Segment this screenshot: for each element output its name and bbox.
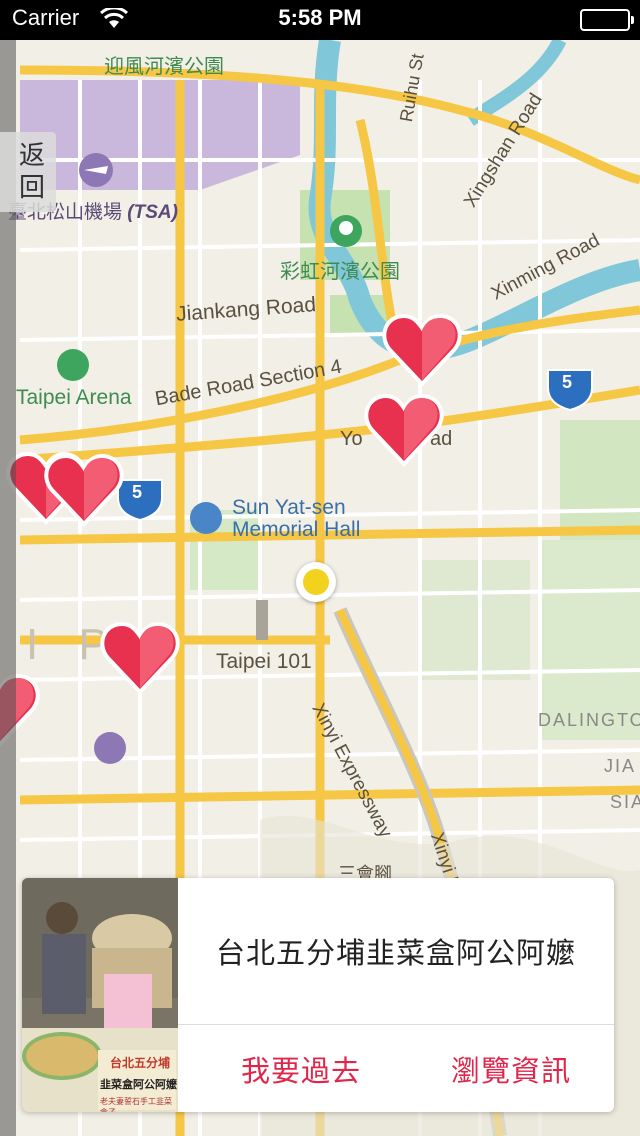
label-airport-code: (TSA) bbox=[127, 202, 178, 223]
label-arena: Taipei Arena bbox=[16, 386, 132, 409]
label-youth: Yo bbox=[340, 428, 363, 450]
back-button-label-1: 返 bbox=[18, 141, 45, 171]
back-button[interactable]: 返 回 bbox=[0, 132, 56, 212]
label-park-2: 彩虹河濱公園 bbox=[280, 261, 400, 283]
battery-icon bbox=[580, 9, 634, 31]
photo-sign-2: 韭菜盒阿公阿嬤 bbox=[100, 1078, 177, 1091]
photo-sign-3: 老夫妻誓石手工韭菜盒子 bbox=[100, 1097, 172, 1112]
place-photo: 台北五分埔 韭菜盒阿公阿嬤 老夫妻誓石手工韭菜盒子 bbox=[22, 878, 178, 1112]
navigate-button[interactable]: 我要過去 bbox=[192, 1025, 410, 1112]
place-info-card: 台北五分埔 韭菜盒阿公阿嬤 老夫妻誓石手工韭菜盒子 台北五分埔韭菜盒阿公阿嬤 我… bbox=[22, 878, 614, 1112]
label-taipei101: Taipei 101 bbox=[216, 650, 312, 673]
highway-shield-label-2: 5 bbox=[132, 482, 143, 502]
label-jia: JIA bbox=[604, 756, 637, 776]
heart-pin[interactable] bbox=[362, 390, 446, 470]
label-park-1: 迎風河濱公園 bbox=[104, 56, 224, 78]
highway-shield-label-1: 5 bbox=[562, 372, 573, 392]
user-location-dot bbox=[296, 562, 336, 602]
label-sunyatsen-2: Memorial Hall bbox=[232, 518, 361, 541]
heart-pin[interactable] bbox=[380, 310, 464, 390]
photo-sign-1: 台北五分埔 bbox=[110, 1056, 171, 1070]
heart-pin[interactable] bbox=[42, 450, 126, 530]
heart-pin[interactable] bbox=[98, 618, 182, 698]
label-sunyatsen-1: Sun Yat-sen bbox=[232, 496, 346, 519]
status-bar: Carrier 5:58 PM bbox=[0, 0, 640, 40]
label-dalington: DALINGTO bbox=[538, 710, 640, 730]
back-button-label-2: 回 bbox=[18, 173, 45, 203]
place-title: 台北五分埔韭菜盒阿公阿嬤 bbox=[215, 936, 576, 970]
view-info-button[interactable]: 瀏覽資訊 bbox=[402, 1025, 614, 1112]
clock: 5:58 PM bbox=[278, 5, 362, 30]
label-sia: SIA bbox=[610, 792, 640, 812]
